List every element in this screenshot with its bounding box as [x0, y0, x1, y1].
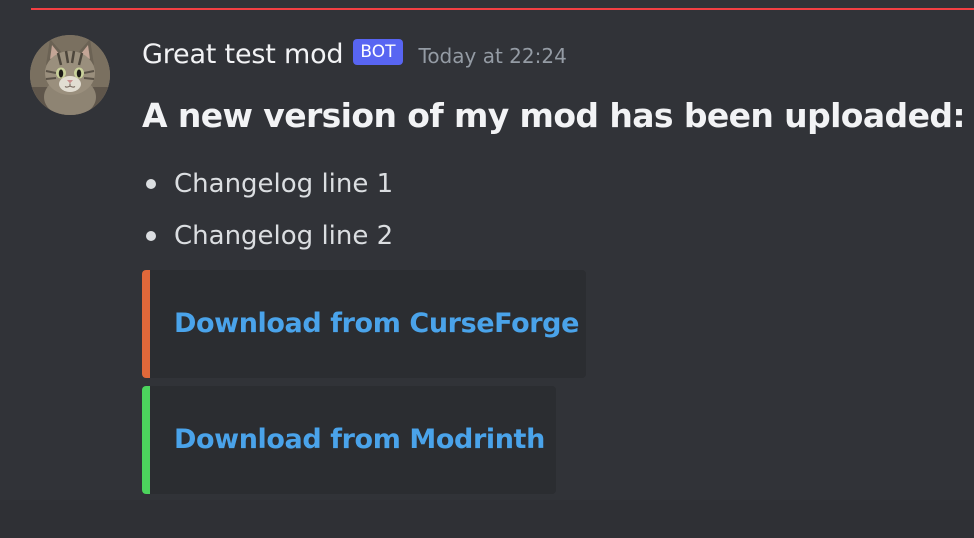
- embed-modrinth: Download from Modrinth: [142, 386, 556, 494]
- kitten-avatar-icon[interactable]: [30, 35, 110, 115]
- list-item: Changelog line 2: [142, 216, 393, 268]
- new-messages-divider: [31, 8, 974, 10]
- bot-badge: BOT: [353, 39, 403, 65]
- changelog-item-text: Changelog line 1: [174, 169, 394, 199]
- changelog-list: Changelog line 1 Changelog line 2: [142, 164, 393, 268]
- bullet-dot-icon: [146, 231, 156, 241]
- changelog-item-text: Changelog line 2: [174, 221, 394, 251]
- message-heading: A new version of my mod has been uploade…: [142, 96, 966, 135]
- list-item: Changelog line 1: [142, 164, 393, 216]
- embed-accent-bar: [142, 386, 150, 494]
- chat-message[interactable]: Great test mod BOT Today at 22:24 A new …: [0, 22, 974, 500]
- embed-curseforge: Download from CurseForge: [142, 270, 586, 378]
- download-modrinth-link[interactable]: Download from Modrinth: [174, 386, 545, 494]
- chat-bottom-area: [0, 500, 974, 538]
- author-name[interactable]: Great test mod: [142, 39, 344, 70]
- message-timestamp[interactable]: Today at 22:24: [419, 44, 567, 68]
- bullet-dot-icon: [146, 179, 156, 189]
- embed-accent-bar: [142, 270, 150, 378]
- message-header: Great test mod BOT Today at 22:24: [142, 34, 567, 74]
- download-curseforge-link[interactable]: Download from CurseForge: [174, 270, 579, 378]
